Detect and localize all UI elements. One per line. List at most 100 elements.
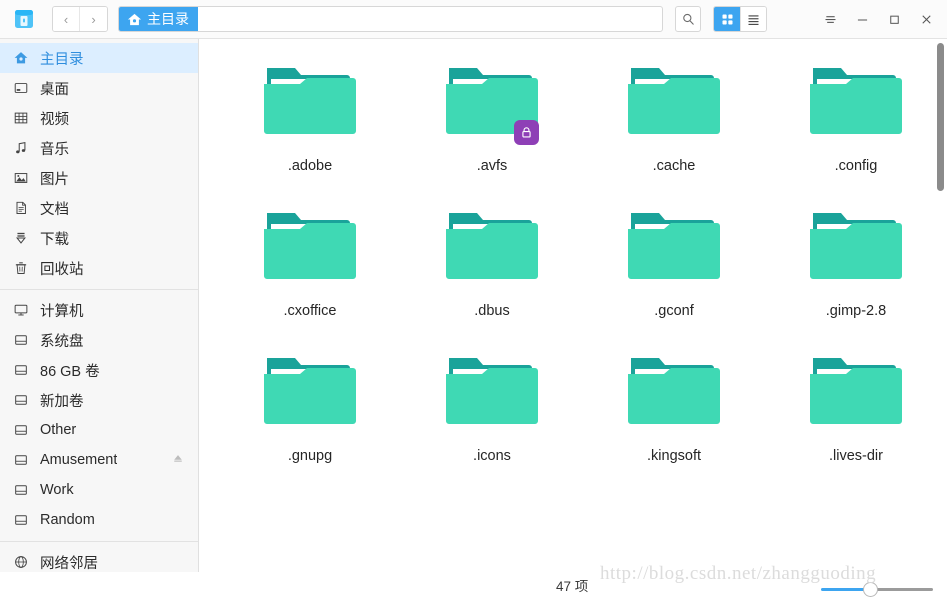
status-bar: 47 项 <box>0 572 947 598</box>
drive-icon <box>12 451 30 469</box>
folder-icon <box>810 68 902 134</box>
close-button[interactable] <box>913 6 939 32</box>
file-manager-window: ‹ › 主目录 主目录 桌面 视频 音乐 图片 文档 下载 回收站 计算机 系统… <box>0 0 947 598</box>
file-name: .config <box>834 158 878 174</box>
network-icon <box>12 553 30 571</box>
file-name: .cache <box>652 158 696 174</box>
maximize-icon <box>889 15 899 24</box>
sidebar-item-computer[interactable]: 计算机 <box>0 295 198 325</box>
grid-view-button[interactable] <box>714 7 740 31</box>
file-item[interactable]: .gnupg <box>219 343 401 464</box>
sidebar-item-videos[interactable]: 视频 <box>0 103 198 133</box>
file-item[interactable]: .dbus <box>401 198 583 319</box>
file-item[interactable]: .adobe <box>219 53 401 174</box>
file-item[interactable]: .lives-dir <box>765 343 947 464</box>
file-item[interactable]: .avfs <box>401 53 583 174</box>
file-name: .gimp-2.8 <box>825 303 887 319</box>
drive-icon <box>12 331 30 349</box>
sidebar-item-desktop[interactable]: 桌面 <box>0 73 198 103</box>
folder-icon-wrap <box>808 198 904 294</box>
file-name: .kingsoft <box>647 448 701 464</box>
sidebar-item-label: 下载 <box>40 231 69 248</box>
sidebar-item-work[interactable]: Work <box>0 475 198 505</box>
lock-icon <box>522 127 531 138</box>
search-icon <box>682 13 694 25</box>
toolbar: ‹ › 主目录 <box>0 0 947 39</box>
sidebar-item-label: 视频 <box>40 111 69 128</box>
menu-button[interactable] <box>817 6 843 32</box>
file-name: .gconf <box>654 303 694 319</box>
sidebar: 主目录 桌面 视频 音乐 图片 文档 下载 回收站 计算机 系统盘 86 GB … <box>0 39 199 572</box>
file-name: .lives-dir <box>829 448 883 464</box>
sidebar-item-random[interactable]: Random <box>0 505 198 535</box>
file-item[interactable]: .gimp-2.8 <box>765 198 947 319</box>
sidebar-item-music[interactable]: 音乐 <box>0 133 198 163</box>
picture-icon <box>12 169 30 187</box>
zoom-slider-track <box>873 588 933 591</box>
navigation-buttons: ‹ › <box>52 6 108 32</box>
vertical-scrollbar[interactable] <box>934 39 947 572</box>
lock-badge <box>514 120 539 145</box>
breadcrumb-home[interactable]: 主目录 <box>119 7 198 31</box>
sidebar-item-documents[interactable]: 文档 <box>0 193 198 223</box>
grid-view-icon <box>722 14 732 24</box>
maximize-button[interactable] <box>881 6 907 32</box>
sidebar-divider <box>0 289 198 290</box>
back-button[interactable]: ‹ <box>53 7 80 31</box>
sidebar-item-system-drive[interactable]: 系统盘 <box>0 325 198 355</box>
drive-icon <box>12 391 30 409</box>
sidebar-item-pictures[interactable]: 图片 <box>0 163 198 193</box>
scrollbar-thumb[interactable] <box>937 43 944 191</box>
forward-button[interactable]: › <box>80 7 107 31</box>
list-view-icon <box>748 14 759 25</box>
sidebar-item-downloads[interactable]: 下载 <box>0 223 198 253</box>
folder-icon <box>264 213 356 279</box>
file-item[interactable]: .gconf <box>583 198 765 319</box>
zoom-slider[interactable] <box>821 582 933 597</box>
home-icon <box>127 13 142 25</box>
sidebar-item-new-volume[interactable]: 新加卷 <box>0 385 198 415</box>
folder-icon <box>446 213 538 279</box>
folder-icon <box>628 213 720 279</box>
trash-icon <box>12 259 30 277</box>
desktop-icon <box>12 79 30 97</box>
eject-icon[interactable] <box>172 452 184 468</box>
file-item[interactable]: .icons <box>401 343 583 464</box>
file-item[interactable]: .config <box>765 53 947 174</box>
file-name: .dbus <box>474 303 510 319</box>
breadcrumb-label: 主目录 <box>147 11 189 27</box>
sidebar-item-volume-86gb[interactable]: 86 GB 卷 <box>0 355 198 385</box>
sidebar-item-amusement[interactable]: Amusement <box>0 445 198 475</box>
folder-icon <box>264 358 356 424</box>
sidebar-item-label: Other <box>40 422 77 438</box>
download-icon <box>12 229 30 247</box>
close-icon <box>921 14 931 24</box>
sidebar-item-label: 86 GB 卷 <box>40 363 100 380</box>
zoom-slider-handle[interactable] <box>863 582 878 597</box>
sidebar-item-label: 主目录 <box>40 51 84 68</box>
folder-icon <box>628 358 720 424</box>
sidebar-item-label: 回收站 <box>40 261 84 278</box>
file-item[interactable]: .cache <box>583 53 765 174</box>
minimize-button[interactable] <box>849 6 875 32</box>
sidebar-item-trash[interactable]: 回收站 <box>0 253 198 283</box>
file-item[interactable]: .cxoffice <box>219 198 401 319</box>
sidebar-item-other[interactable]: Other <box>0 415 198 445</box>
sidebar-item-label: Work <box>40 482 74 498</box>
file-item[interactable]: .kingsoft <box>583 343 765 464</box>
file-name: .adobe <box>287 158 333 174</box>
sidebar-item-network[interactable]: 网络邻居 <box>0 547 198 572</box>
path-bar[interactable]: 主目录 <box>118 6 663 32</box>
search-button[interactable] <box>675 6 701 32</box>
sidebar-item-label: 计算机 <box>40 303 84 320</box>
drive-icon <box>12 421 30 439</box>
folder-icon-wrap <box>262 343 358 439</box>
sidebar-item-home[interactable]: 主目录 <box>0 43 198 73</box>
minimize-icon <box>857 19 867 20</box>
sidebar-divider <box>0 541 198 542</box>
sidebar-item-label: 桌面 <box>40 81 69 98</box>
folder-icon-wrap <box>444 53 540 149</box>
list-view-button[interactable] <box>740 7 766 31</box>
folder-icon <box>446 358 538 424</box>
file-grid-area[interactable]: .adobe .avfs .cache .config .cxoffice .d… <box>199 39 947 572</box>
